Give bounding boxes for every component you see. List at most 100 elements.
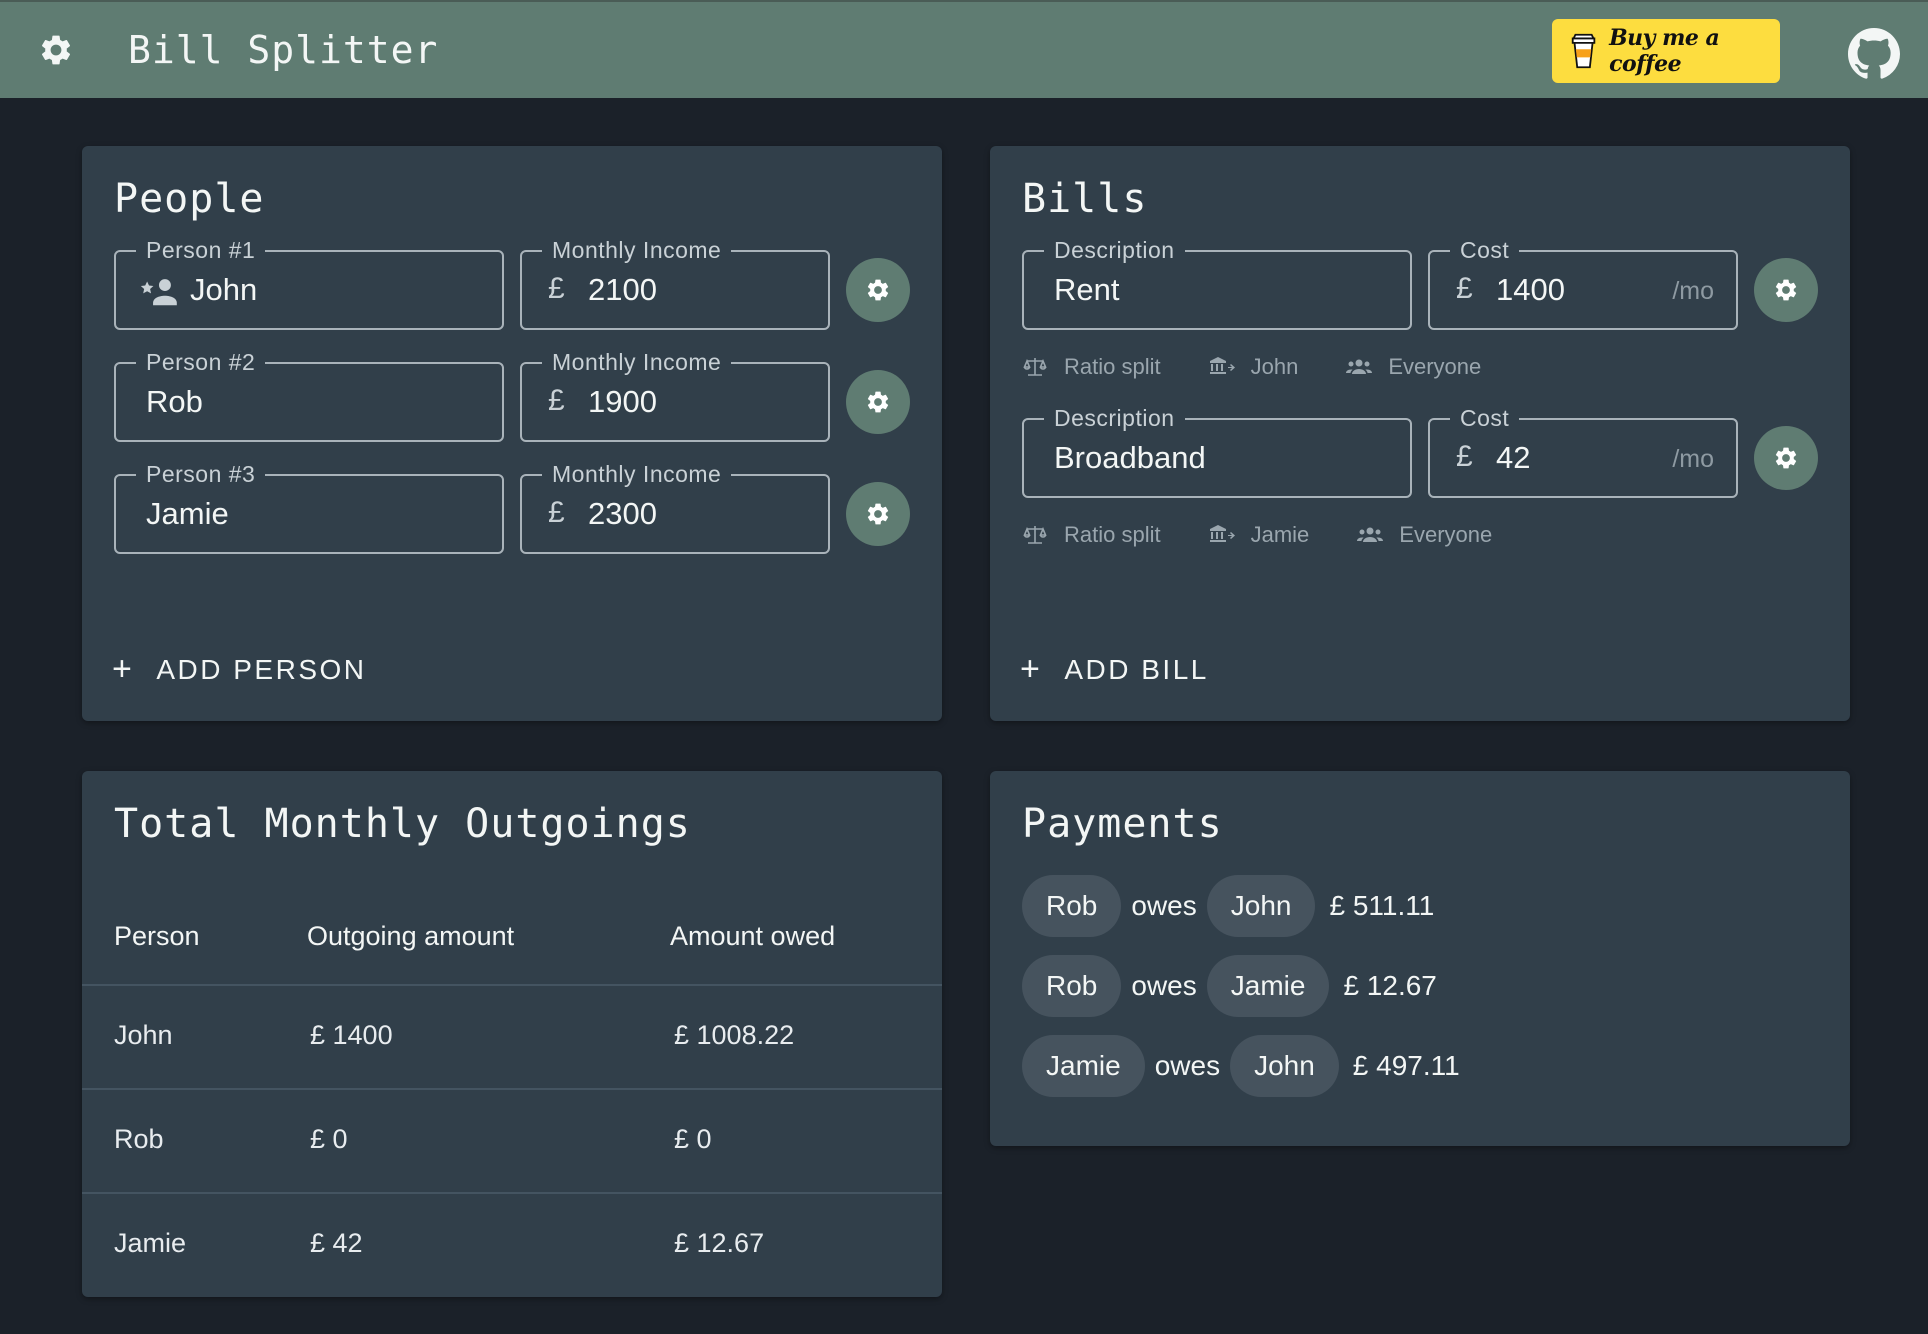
gear-icon — [867, 503, 889, 525]
table-row: Jamie £ 42 £ 12.67 — [82, 1192, 942, 1298]
income-value: 2300 — [588, 496, 657, 531]
bill-settings-button[interactable] — [1754, 258, 1818, 322]
buy-me-a-coffee-button[interactable]: Buy me a coffee — [1552, 19, 1780, 83]
column-header: Outgoing amount — [307, 921, 515, 951]
payer-chip[interactable]: Jamie — [1022, 1035, 1145, 1097]
scales-icon — [1023, 526, 1047, 544]
payer-chip[interactable]: Rob — [1022, 875, 1122, 937]
column-header: Amount owed — [670, 921, 836, 951]
payments-card: Payments Rob owes John £ 511.11 Rob owes… — [990, 771, 1850, 1146]
shared-label: Everyone — [1399, 522, 1493, 547]
bill-payer[interactable]: Jamie — [1209, 522, 1310, 548]
gear-icon — [867, 279, 889, 301]
income-label: Monthly Income — [542, 348, 732, 376]
bills-card: Bills Description Rent Cost £ 1400 /mo R… — [990, 146, 1850, 721]
person-label: Person #3 — [136, 460, 266, 488]
bill-description-field[interactable]: Description Rent — [1022, 236, 1412, 330]
person-name: John — [190, 272, 258, 307]
group-icon — [1346, 359, 1373, 374]
person-settings-button[interactable] — [846, 370, 910, 434]
bill-settings-button[interactable] — [1754, 426, 1818, 490]
split-label: Ratio split — [1064, 354, 1161, 379]
coffee-label: Buy me a coffee — [1609, 25, 1720, 77]
bill-cost-field[interactable]: Cost £ 42 /mo — [1428, 404, 1738, 498]
app-title: Bill Splitter — [128, 28, 439, 72]
person-cell: Rob — [114, 1124, 164, 1154]
description-label: Description — [1044, 404, 1185, 432]
coffee-cup-icon — [1571, 33, 1596, 69]
person-name-field[interactable]: Person #2 Rob — [114, 348, 504, 442]
app-bar: Bill Splitter Buy me a coffee — [0, 0, 1928, 98]
shared-label: Everyone — [1388, 354, 1482, 379]
owed-cell: £ 0 — [674, 1124, 712, 1154]
person-name-field[interactable]: Person #1 John — [114, 236, 504, 330]
income-label: Monthly Income — [542, 236, 732, 264]
column-header: Person — [114, 921, 200, 951]
payer-label: John — [1250, 354, 1299, 379]
currency-symbol: £ — [548, 272, 565, 305]
person-settings-button[interactable] — [846, 482, 910, 546]
bill-cost-field[interactable]: Cost £ 1400 /mo — [1428, 236, 1738, 330]
bill-description: Broadband — [1054, 440, 1206, 475]
add-person-button[interactable]: + ADD PERSON — [112, 650, 367, 689]
payer-label: Jamie — [1250, 522, 1310, 547]
bills-title: Bills — [1022, 176, 1148, 222]
person-name-field[interactable]: Person #3 Jamie — [114, 460, 504, 554]
bill-description-field[interactable]: Description Broadband — [1022, 404, 1412, 498]
bill-meta-row: Ratio split Jamie Everyone — [1022, 522, 1540, 548]
payments-title: Payments — [1022, 801, 1223, 847]
period-suffix: /mo — [1672, 277, 1714, 305]
payee-chip[interactable]: Jamie — [1206, 955, 1330, 1017]
person-label: Person #1 — [136, 236, 266, 264]
monthly-income-field[interactable]: Monthly Income £ 2300 — [520, 460, 830, 554]
monthly-income-field[interactable]: Monthly Income £ 1900 — [520, 348, 830, 442]
payee-chip[interactable]: John — [1206, 875, 1316, 937]
income-label: Monthly Income — [542, 460, 732, 488]
bill-cost: 42 — [1496, 440, 1531, 475]
person-label: Person #2 — [136, 348, 266, 376]
cost-label: Cost — [1450, 404, 1520, 432]
income-value: 2100 — [588, 272, 657, 307]
add-bill-label: ADD BILL — [1064, 653, 1209, 685]
github-icon[interactable] — [1848, 28, 1900, 80]
bill-cost: 1400 — [1496, 272, 1565, 307]
person-settings-button[interactable] — [846, 258, 910, 322]
bill-payer[interactable]: John — [1209, 354, 1299, 380]
bill-shared-with[interactable]: Everyone — [1357, 522, 1492, 548]
add-bill-button[interactable]: + ADD BILL — [1020, 650, 1209, 689]
split-type[interactable]: Ratio split — [1022, 522, 1161, 548]
owes-text: owes — [1154, 1050, 1221, 1081]
outgoing-cell: £ 0 — [310, 1124, 348, 1154]
description-label: Description — [1044, 236, 1185, 264]
income-value: 1900 — [588, 384, 657, 419]
currency-symbol: £ — [548, 384, 565, 417]
bill-shared-with[interactable]: Everyone — [1346, 354, 1481, 380]
payment-row: Rob owes John £ 511.11 — [1022, 875, 1434, 937]
monthly-income-field[interactable]: Monthly Income £ 2100 — [520, 236, 830, 330]
currency-symbol: £ — [1456, 440, 1473, 473]
gear-icon — [867, 391, 889, 413]
table-row: John £ 1400 £ 1008.22 — [82, 984, 942, 1090]
person-cell: Jamie — [114, 1228, 187, 1258]
outgoings-card: Total Monthly Outgoings Person Outgoing … — [82, 771, 942, 1297]
payment-row: Jamie owes John £ 497.11 — [1022, 1035, 1460, 1097]
payment-amount: £ 511.11 — [1329, 890, 1435, 921]
payer-chip[interactable]: Rob — [1022, 955, 1122, 1017]
outgoing-cell: £ 1400 — [310, 1020, 393, 1050]
people-title: People — [114, 176, 265, 222]
cost-label: Cost — [1450, 236, 1520, 264]
add-person-label: ADD PERSON — [156, 653, 367, 685]
split-type[interactable]: Ratio split — [1022, 354, 1161, 380]
table-row: Rob £ 0 £ 0 — [82, 1088, 942, 1194]
bill-meta-row: Ratio split John Everyone — [1022, 354, 1529, 380]
plus-icon: + — [112, 650, 135, 688]
owes-text: owes — [1131, 890, 1197, 921]
payment-amount: £ 497.11 — [1352, 1050, 1460, 1081]
person-star-icon — [140, 279, 177, 306]
settings-gear-icon[interactable] — [38, 32, 74, 68]
scales-icon — [1023, 358, 1047, 376]
payee-chip[interactable]: John — [1230, 1035, 1339, 1097]
payment-amount: £ 12.67 — [1343, 970, 1437, 1001]
owed-cell: £ 12.67 — [674, 1228, 765, 1258]
gear-icon — [1775, 447, 1797, 469]
